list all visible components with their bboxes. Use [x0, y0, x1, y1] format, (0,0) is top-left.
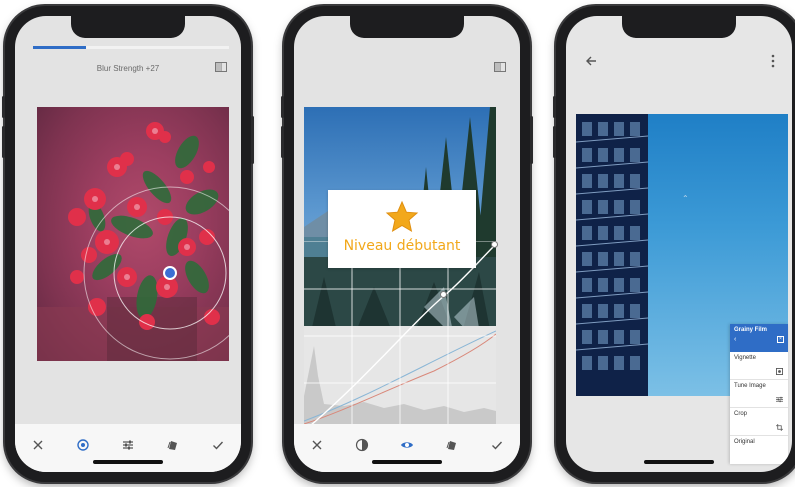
bird-icon: ⌃ [682, 194, 689, 203]
building-facade [576, 114, 649, 396]
compare-icon[interactable] [215, 62, 227, 72]
notch [622, 16, 736, 38]
close-box-icon[interactable]: × [777, 336, 784, 343]
home-indicator [644, 460, 714, 464]
edit-stack-item-vignette[interactable]: Vignette [730, 352, 788, 380]
curve-point-top[interactable] [491, 241, 498, 248]
flower-photo-art [37, 122, 229, 361]
focus-target-icon[interactable] [76, 438, 90, 452]
phone-frame-2: Niveau débutant [281, 6, 533, 482]
level-label: Niveau débutant [343, 238, 461, 254]
phone-screen-3: ⌃ Grainy Film ‹ × Vignette Tune Image Cr… [566, 16, 792, 472]
phone-frame-3: ⌃ Grainy Film ‹ × Vignette Tune Image Cr… [553, 6, 795, 482]
vignette-icon [776, 368, 783, 375]
edit-stack-header-title: Grainy Film [734, 327, 768, 333]
curve-point-mid[interactable] [440, 291, 447, 298]
curves-grid [304, 241, 496, 431]
blur-focus-handle[interactable] [163, 266, 177, 280]
edit-stack-item-label: Crop [734, 411, 748, 417]
preset-icon[interactable] [355, 438, 369, 452]
compare-icon[interactable] [494, 62, 506, 72]
phone-screen-2: Niveau débutant [294, 16, 520, 472]
edit-stack-item-tune-image[interactable]: Tune Image [730, 380, 788, 408]
level-badge-card: Niveau débutant [328, 190, 476, 268]
phone-frame-1: Blur Strength +27 [2, 6, 254, 482]
edit-stack-item-crop[interactable]: Crop [730, 408, 788, 436]
tune-sliders-icon [776, 396, 783, 403]
tune-sliders-icon[interactable] [121, 438, 135, 452]
flower-photo[interactable] [37, 107, 229, 361]
notch [71, 16, 185, 38]
crop-icon [776, 424, 783, 431]
styles-icon[interactable] [445, 438, 459, 452]
more-options-icon[interactable] [770, 54, 776, 68]
home-indicator [372, 460, 442, 464]
edit-stack-header: Grainy Film ‹ × [730, 324, 788, 352]
blur-strength-label: Blur Strength +27 [96, 64, 160, 73]
edit-stack-item-label: Original [734, 439, 755, 445]
star-icon [385, 200, 419, 233]
apply-check-icon[interactable] [211, 438, 225, 452]
edit-stack-panel: Grainy Film ‹ × Vignette Tune Image Crop… [730, 324, 788, 464]
back-arrow-icon[interactable] [584, 54, 598, 68]
notch [350, 16, 464, 38]
close-icon[interactable] [31, 438, 45, 452]
blur-strength-progress-track [33, 46, 229, 49]
eye-icon[interactable] [400, 438, 414, 452]
close-icon[interactable] [310, 438, 324, 452]
blur-strength-progress-fill [33, 46, 86, 49]
edit-stack-item-label: Vignette [734, 355, 756, 361]
chevron-left-icon[interactable]: ‹ [734, 336, 736, 343]
edit-toolbar [294, 424, 520, 472]
phone-screen-1: Blur Strength +27 [15, 16, 241, 472]
styles-icon[interactable] [166, 438, 180, 452]
edit-stack-item-label: Tune Image [734, 383, 766, 389]
home-indicator [93, 460, 163, 464]
edit-toolbar [15, 424, 241, 472]
edit-stack-item-original[interactable]: Original [730, 436, 788, 464]
apply-check-icon[interactable] [490, 438, 504, 452]
